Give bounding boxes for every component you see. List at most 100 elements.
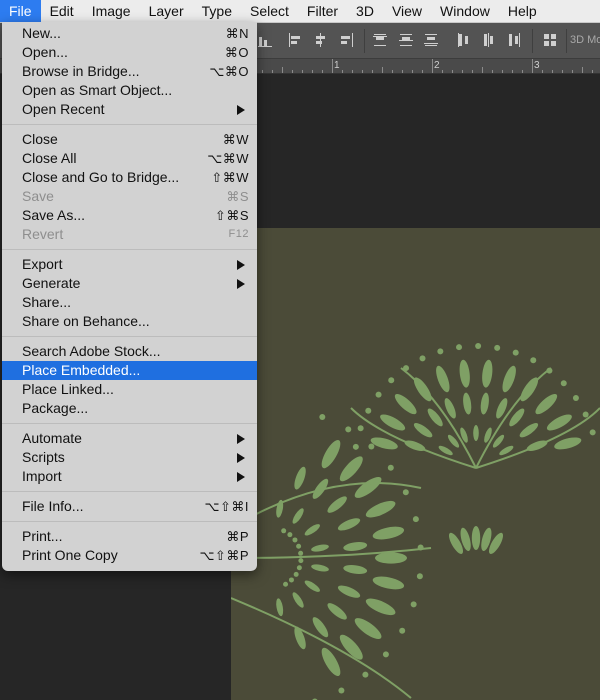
leaf-shape bbox=[365, 500, 396, 518]
stem bbox=[475, 407, 600, 469]
pattern-dot bbox=[345, 426, 352, 433]
align-bottom-edges-icon[interactable] bbox=[258, 33, 272, 47]
menu-item-label: Browse in Bridge... bbox=[22, 63, 140, 79]
menu-item-label: Automate bbox=[22, 430, 82, 446]
menubar-item-type[interactable]: Type bbox=[193, 0, 241, 22]
menu-item-share-on-behance[interactable]: Share on Behance... bbox=[2, 312, 257, 331]
menu-item-label: Share... bbox=[22, 294, 72, 310]
pattern-dot bbox=[419, 355, 426, 362]
menu-item-new[interactable]: New... ⌘N bbox=[2, 24, 257, 43]
menu-item-place-embedded[interactable]: Place Embedded... bbox=[2, 361, 257, 380]
leaf-shape bbox=[459, 359, 470, 388]
align-horizontal-centers-icon[interactable] bbox=[314, 33, 328, 47]
menu-item-open[interactable]: Open... ⌘O bbox=[2, 43, 257, 62]
leaf-shape bbox=[327, 603, 347, 620]
ruler-tick bbox=[352, 70, 353, 73]
menu-item-open-as-smart-object[interactable]: Open as Smart Object... bbox=[2, 81, 257, 100]
menu-item-import[interactable]: Import bbox=[2, 467, 257, 486]
align-right-edges-icon[interactable] bbox=[339, 33, 353, 47]
leaf-shape bbox=[354, 618, 382, 639]
distribute-top-edges-icon[interactable] bbox=[373, 33, 387, 47]
menubar-item-window[interactable]: Window bbox=[431, 0, 499, 22]
pattern-dot bbox=[456, 344, 463, 351]
menu-item-shortcut: ⌘N bbox=[225, 26, 249, 41]
menu-item-open-recent[interactable]: Open Recent bbox=[2, 100, 257, 119]
align-left-edges-icon[interactable] bbox=[289, 33, 303, 47]
leaf-shape bbox=[413, 423, 433, 438]
menu-item-scripts[interactable]: Scripts bbox=[2, 448, 257, 467]
auto-align-layers-icon[interactable] bbox=[543, 33, 557, 47]
submenu-arrow-icon bbox=[237, 472, 245, 482]
menu-item-place-linked[interactable]: Place Linked... bbox=[2, 380, 257, 399]
menu-item-label: Print... bbox=[22, 528, 63, 544]
menu-separator bbox=[2, 491, 257, 492]
ruler-tick bbox=[512, 70, 513, 73]
menu-item-label: Place Embedded... bbox=[22, 362, 141, 378]
menu-item-share[interactable]: Share... bbox=[2, 293, 257, 312]
leaf-shape bbox=[339, 634, 363, 660]
menu-item-package[interactable]: Package... bbox=[2, 399, 257, 418]
toolbar-separator bbox=[566, 29, 567, 53]
document-canvas[interactable] bbox=[231, 228, 600, 700]
menubar-item-help[interactable]: Help bbox=[499, 0, 546, 22]
leaf-shape bbox=[304, 580, 320, 592]
menu-item-file-info[interactable]: File Info... ⌥⇧⌘I bbox=[2, 497, 257, 516]
ruler-tick bbox=[332, 59, 333, 73]
ruler-tick bbox=[412, 70, 413, 73]
menubar-item-3d[interactable]: 3D bbox=[347, 0, 383, 22]
distribute-bottom-edges-icon[interactable] bbox=[424, 33, 438, 47]
leaf-shape bbox=[292, 592, 304, 608]
menubar-item-view[interactable]: View bbox=[383, 0, 431, 22]
pattern-dot bbox=[388, 377, 395, 384]
leaf-shape bbox=[535, 394, 558, 415]
menu-item-close-and-go-to-bridge[interactable]: Close and Go to Bridge... ⇧⌘W bbox=[2, 168, 257, 187]
distribute-horizontal-centers-icon[interactable] bbox=[482, 33, 496, 47]
leaf-shape bbox=[343, 565, 368, 574]
menubar-item-filter[interactable]: Filter bbox=[298, 0, 347, 22]
menu-item-close[interactable]: Close ⌘W bbox=[2, 130, 257, 149]
leaf-shape bbox=[343, 542, 368, 551]
menu-item-search-adobe-stock[interactable]: Search Adobe Stock... bbox=[2, 342, 257, 361]
leaf-shape bbox=[502, 365, 516, 393]
menu-item-export[interactable]: Export bbox=[2, 255, 257, 274]
3d-mode-label[interactable]: 3D Mo bbox=[570, 34, 600, 46]
ruler-label: 3 bbox=[534, 60, 540, 71]
menu-item-shortcut: ⌥⇧⌘I bbox=[204, 499, 249, 514]
distribute-left-edges-icon[interactable] bbox=[457, 33, 471, 47]
menubar-item-file[interactable]: File bbox=[0, 0, 41, 22]
leaf-shape bbox=[339, 456, 363, 482]
leaf-shape bbox=[292, 508, 304, 524]
distribute-right-edges-icon[interactable] bbox=[507, 33, 521, 47]
menu-item-shortcut: ⇧⌘S bbox=[214, 208, 249, 223]
ruler-tick bbox=[442, 70, 443, 73]
menu-item-label: Revert bbox=[22, 226, 64, 242]
ruler-tick bbox=[492, 70, 493, 73]
file-menu: New... ⌘N Open... ⌘O Browse in Bridge... ⌥⌘O O… bbox=[2, 22, 257, 571]
menubar-item-select[interactable]: Select bbox=[241, 0, 298, 22]
menu-item-automate[interactable]: Automate bbox=[2, 429, 257, 448]
menu-item-generate[interactable]: Generate bbox=[2, 274, 257, 293]
pattern-dot bbox=[292, 537, 298, 543]
ruler-tick bbox=[402, 70, 403, 73]
menubar-item-edit[interactable]: Edit bbox=[41, 0, 83, 22]
pattern-dot bbox=[293, 571, 299, 577]
menubar-item-layer[interactable]: Layer bbox=[140, 0, 193, 22]
menu-item-label: Open... bbox=[22, 44, 68, 60]
distribute-vertical-centers-icon[interactable] bbox=[399, 33, 413, 47]
menu-item-label: Place Linked... bbox=[22, 381, 114, 397]
menu-item-save-as[interactable]: Save As... ⇧⌘S bbox=[2, 206, 257, 225]
menubar-item-image[interactable]: Image bbox=[83, 0, 140, 22]
ruler-tick bbox=[292, 70, 293, 73]
leaf-shape bbox=[311, 544, 329, 552]
menu-item-browse-in-bridge[interactable]: Browse in Bridge... ⌥⌘O bbox=[2, 62, 257, 81]
menu-item-shortcut: ⌥⇧⌘P bbox=[199, 548, 249, 563]
menu-item-close-all[interactable]: Close All ⌥⌘W bbox=[2, 149, 257, 168]
menu-item-print-one-copy[interactable]: Print One Copy ⌥⇧⌘P bbox=[2, 546, 257, 565]
toolbar-separator bbox=[532, 29, 533, 53]
menu-item-print[interactable]: Print... ⌘P bbox=[2, 527, 257, 546]
submenu-arrow-icon bbox=[237, 453, 245, 463]
menu-item-shortcut: ⌘S bbox=[226, 189, 249, 204]
menu-item-label: Close and Go to Bridge... bbox=[22, 169, 180, 185]
ruler-tick bbox=[422, 70, 423, 73]
pattern-dot bbox=[512, 349, 519, 356]
